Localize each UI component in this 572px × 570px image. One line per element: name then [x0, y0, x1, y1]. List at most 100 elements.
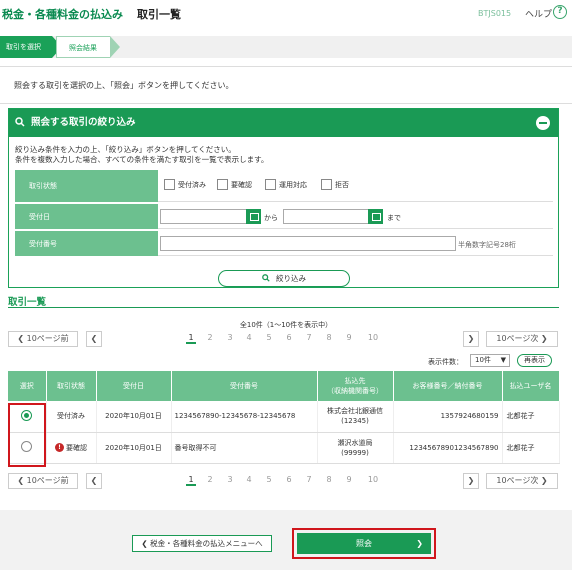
page-title: 取引一覧	[137, 8, 181, 21]
next-10-button[interactable]: 10ページ次 ❯	[486, 331, 558, 347]
filter-panel: 照会する取引の絞り込み 絞り込み条件を入力の上、「絞り込み」ボタンを押してくださ…	[8, 108, 559, 288]
display-count-value: 10件	[475, 356, 491, 364]
table-row[interactable]: ! 要確認 2020年10月01日 番号取得不可 瀬沢水道局 (99999) 123…	[8, 432, 560, 464]
filter-header[interactable]: 照会する取引の絞り込み	[9, 109, 558, 137]
back-to-menu-button[interactable]: ❮ 税金・各種料金の払込メニューへ	[132, 535, 272, 552]
next-page-button[interactable]: ❯	[463, 473, 479, 489]
page-8[interactable]: 8	[324, 475, 334, 484]
search-icon	[262, 274, 270, 282]
search-icon	[15, 117, 25, 127]
page-3[interactable]: 3	[225, 333, 235, 342]
prev-10-button[interactable]: ❮ 10ページ前	[8, 331, 78, 347]
prev-10-label: 10ページ前	[26, 476, 69, 485]
row-date: 2020年10月01日	[96, 432, 172, 464]
page-header: 税金・各種料金の払込み 取引一覧 BTJS015 ヘルプ ?	[0, 0, 572, 30]
col-select: 選択	[8, 371, 47, 401]
page-7[interactable]: 7	[304, 475, 314, 484]
divider	[8, 307, 559, 308]
row-number: 番号取得不可	[171, 432, 318, 464]
date-row: 受付日 から まで	[15, 204, 553, 230]
status-checkbox-ops[interactable]	[265, 179, 276, 190]
filter-description: 絞り込み条件を入力の上、「絞り込み」ボタンを押してください。 条件を複数入力した…	[15, 145, 268, 165]
back-to-menu-label: 税金・各種料金の払込メニューへ	[150, 539, 263, 548]
display-count-select[interactable]: 10件 ▼	[470, 354, 510, 367]
row-payee-no: (12345)	[341, 417, 369, 426]
transaction-table: 選択 取引状態 受付日 受付番号 払込先 （収納機関番号） お客様番号／納付番号…	[8, 371, 560, 464]
status-option-label: 受付済み	[178, 181, 206, 189]
prev-page-button[interactable]: ❮	[86, 331, 102, 347]
receipt-number-input[interactable]	[160, 236, 456, 251]
highlight-frame-radio	[8, 403, 46, 467]
page-9[interactable]: 9	[344, 475, 354, 484]
status-checkbox-check[interactable]	[217, 179, 228, 190]
page-4[interactable]: 4	[244, 333, 254, 342]
filter-button[interactable]: 絞り込み	[218, 270, 350, 287]
next-page-button[interactable]: ❯	[463, 331, 479, 347]
prev-page-button[interactable]: ❮	[86, 473, 102, 489]
filter-title: 照会する取引の絞り込み	[31, 117, 136, 128]
page-2[interactable]: 2	[205, 475, 215, 484]
col-status: 取引状態	[46, 371, 97, 401]
result-count: 全10件（1～10件を表示中）	[239, 321, 333, 329]
page-1[interactable]: 1	[186, 475, 196, 486]
footer-bar	[0, 510, 572, 570]
help-icon[interactable]: ?	[553, 5, 567, 19]
step-select: 取引を選択	[0, 36, 62, 58]
page-5[interactable]: 5	[264, 333, 274, 342]
page-7[interactable]: 7	[304, 333, 314, 342]
row-payee-no: (99999)	[341, 448, 369, 457]
row-user: 北都花子	[502, 401, 560, 433]
highlight-frame-submit	[292, 528, 436, 559]
page-3[interactable]: 3	[225, 475, 235, 484]
service-title: 税金・各種料金の払込み	[2, 8, 123, 21]
date-to-text: まで	[387, 214, 401, 222]
status-option-label: 運用対応	[279, 181, 307, 189]
pagination-top: ❮ 10ページ前 ❮ 1 2 3 4 5 6 7 8 9 10 ❯ 10ページ次…	[8, 331, 559, 349]
col-number: 受付番号	[171, 371, 318, 401]
row-customer-no: 12345678901234567890	[393, 432, 503, 464]
display-count-label: 表示件数：	[428, 358, 463, 366]
next-10-button[interactable]: 10ページ次 ❯	[486, 473, 558, 489]
col-user: 払込ユーザ名	[502, 371, 560, 401]
collapse-icon[interactable]	[536, 116, 550, 130]
table-header-row: 選択 取引状態 受付日 受付番号 払込先 （収納機関番号） お客様番号／納付番号…	[8, 371, 560, 401]
status-row: 取引状態 受付済み 要確認 運用対応 拒否	[15, 170, 553, 203]
row-customer-no: 1357924680159	[393, 401, 503, 433]
row-status: 要確認	[66, 443, 87, 452]
calendar-icon[interactable]	[246, 209, 261, 224]
status-option-label: 拒否	[335, 181, 349, 189]
page-10[interactable]: 10	[366, 475, 380, 484]
filter-button-label: 絞り込み	[276, 274, 306, 283]
help-link[interactable]: ヘルプ	[525, 7, 552, 20]
page-9[interactable]: 9	[344, 333, 354, 342]
page-6[interactable]: 6	[284, 475, 294, 484]
page-2[interactable]: 2	[205, 333, 215, 342]
instruction-text: 照会する取引を選択の上、「照会」ボタンを押してください。	[14, 81, 234, 90]
date-from-text: から	[264, 214, 278, 222]
number-hint: 半角数字記号28桁	[458, 241, 516, 249]
pagination-bottom: ❮ 10ページ前 ❮ 1 2 3 4 5 6 7 8 9 10 ❯ 10ページ次…	[8, 473, 559, 491]
alert-icon: !	[55, 443, 64, 452]
page-10[interactable]: 10	[366, 333, 380, 342]
list-title: 取引一覧	[8, 297, 47, 308]
page-4[interactable]: 4	[244, 475, 254, 484]
prev-10-label: 10ページ前	[26, 334, 69, 343]
page-1[interactable]: 1	[186, 333, 196, 344]
date-label: 受付日	[15, 204, 158, 229]
row-payee: 瀬沢水道局	[337, 438, 373, 447]
prev-10-button[interactable]: ❮ 10ページ前	[8, 473, 78, 489]
calendar-icon[interactable]	[368, 209, 383, 224]
row-payee: 株式会社北銀通信	[327, 407, 383, 416]
status-checkbox-reject[interactable]	[321, 179, 332, 190]
redisplay-button[interactable]: 再表示	[517, 354, 552, 367]
filter-desc-1: 絞り込み条件を入力の上、「絞り込み」ボタンを押してください。	[15, 145, 236, 154]
page-5[interactable]: 5	[264, 475, 274, 484]
page-6[interactable]: 6	[284, 333, 294, 342]
table-row[interactable]: 受付済み 2020年10月01日 1234567890-12345678-123…	[8, 401, 560, 433]
status-checkbox-accepted[interactable]	[164, 179, 175, 190]
date-from-input[interactable]	[160, 209, 260, 224]
chevron-down-icon: ▼	[500, 356, 506, 364]
next-10-label: 10ページ次	[496, 334, 539, 343]
row-date: 2020年10月01日	[96, 401, 172, 433]
page-8[interactable]: 8	[324, 333, 334, 342]
